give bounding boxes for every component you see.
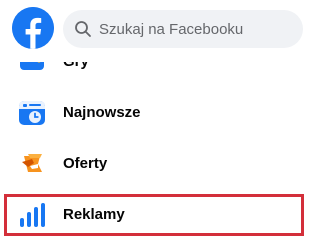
search-input[interactable] bbox=[99, 10, 295, 48]
highlight-box bbox=[4, 194, 304, 236]
facebook-logo-icon[interactable] bbox=[12, 7, 54, 49]
sidebar-item-offers[interactable]: Oferty bbox=[8, 142, 304, 186]
offers-icon bbox=[18, 150, 46, 178]
top-header bbox=[0, 0, 314, 62]
sidebar-item-label: Oferty bbox=[63, 155, 108, 172]
sidebar-item-most-recent[interactable]: Najnowsze bbox=[8, 91, 304, 135]
most-recent-icon bbox=[18, 99, 46, 127]
search-bar[interactable] bbox=[63, 10, 303, 48]
search-icon bbox=[74, 20, 92, 38]
sidebar-item-label: Najnowsze bbox=[63, 104, 141, 121]
facebook-sidebar-screen: Gry Najnowsze Oferty bbox=[0, 0, 314, 243]
